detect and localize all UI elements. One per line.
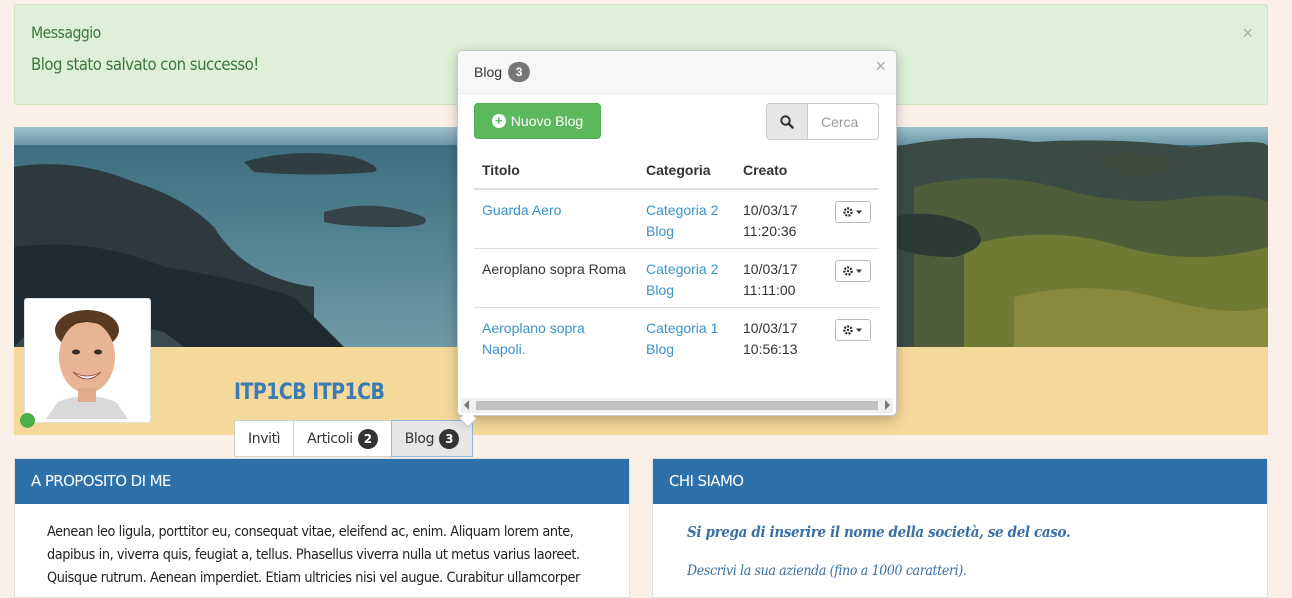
about-heading: A PROPOSITO DI ME bbox=[15, 459, 629, 504]
table-row: Aeroplano sopra Napoli. Categoria 1 Blog… bbox=[474, 306, 879, 366]
search-group bbox=[766, 103, 879, 140]
tab-articoli[interactable]: Articoli 2 bbox=[293, 420, 392, 457]
about-line: Aenean leo ligula, porttitor eu, consequ… bbox=[47, 524, 574, 540]
scrollbar-thumb[interactable] bbox=[476, 401, 878, 410]
new-blog-label: Nuovo Blog bbox=[510, 113, 584, 129]
column-header-actions bbox=[827, 151, 879, 190]
about-line: Quisque rutrum. Aenean imperdiet. Etiam … bbox=[47, 570, 580, 586]
blog-created-time: 11:11:00 bbox=[743, 281, 796, 298]
blog-popover: Blog 3 × + Nuovo Blog Titolo Categoria C… bbox=[457, 50, 897, 428]
tab-articoli-label: Articoli bbox=[307, 430, 353, 447]
gear-icon bbox=[843, 265, 862, 276]
online-status-icon bbox=[20, 413, 35, 428]
table-header-row: Titolo Categoria Creato bbox=[474, 151, 879, 190]
profile-tabs: Invitì Articoli 2 Blog 3 bbox=[234, 420, 474, 457]
blog-category-link[interactable]: Categoria 1 Blog bbox=[646, 320, 718, 357]
search-button[interactable] bbox=[766, 103, 808, 140]
plus-circle-icon: + bbox=[491, 114, 506, 128]
avatar[interactable] bbox=[24, 298, 151, 423]
tab-articoli-count: 2 bbox=[357, 428, 378, 449]
tab-inviti-label: Invitì bbox=[248, 430, 281, 447]
company-panel: CHI SIAMO Si prega di inserire il nome d… bbox=[652, 458, 1268, 598]
blog-category-link[interactable]: Categoria 2 Blog bbox=[646, 261, 718, 298]
blog-created-time: 10:56:13 bbox=[743, 340, 798, 357]
search-icon bbox=[780, 114, 794, 129]
column-header-creato[interactable]: Creato bbox=[735, 151, 827, 190]
avatar-photo bbox=[28, 302, 147, 419]
new-blog-button[interactable]: + Nuovo Blog bbox=[474, 103, 601, 139]
about-line: dapibus in, viverra quis, feugiat a, tel… bbox=[47, 547, 580, 563]
table-row: Aeroplano sopra Roma Categoria 2 Blog 10… bbox=[474, 247, 879, 307]
tab-inviti[interactable]: Invitì bbox=[234, 420, 295, 457]
about-text: Aenean leo ligula, porttitor eu, consequ… bbox=[47, 521, 580, 590]
alert-close-button[interactable]: × bbox=[1242, 23, 1253, 44]
column-header-titolo[interactable]: Titolo bbox=[474, 151, 638, 190]
alert-title: Messaggio bbox=[31, 23, 101, 42]
blog-category-link[interactable]: Categoria 2 Blog bbox=[646, 202, 718, 239]
blog-created-date: 10/03/17 bbox=[743, 319, 798, 336]
gear-icon bbox=[843, 207, 862, 217]
gear-icon bbox=[843, 324, 862, 335]
company-description-prompt[interactable]: Descrivi la sua azienda (fino a 1000 car… bbox=[687, 563, 967, 579]
blog-table: Titolo Categoria Creato Guarda Aero Cate… bbox=[474, 151, 879, 366]
alert-message: Blog stato salvato con successo! bbox=[31, 55, 259, 75]
search-input[interactable] bbox=[808, 103, 879, 140]
blog-title-link[interactable]: Guarda Aero bbox=[482, 202, 561, 218]
blog-title-link[interactable]: Aeroplano sopra Napoli. bbox=[482, 320, 585, 357]
table-row: Guarda Aero Categoria 2 Blog 10/03/17 11… bbox=[474, 189, 879, 248]
popover-title: Blog bbox=[474, 64, 503, 80]
about-panel: A PROPOSITO DI ME Aenean leo ligula, por… bbox=[14, 458, 630, 598]
blog-created-date: 10/03/17 bbox=[743, 260, 798, 277]
horizontal-scrollbar[interactable] bbox=[461, 398, 893, 413]
row-actions-button[interactable] bbox=[835, 201, 871, 223]
popover-header: Blog 3 bbox=[458, 51, 896, 94]
column-header-categoria[interactable]: Categoria bbox=[638, 151, 735, 190]
company-name-prompt[interactable]: Si prega di inserire il nome della socie… bbox=[687, 523, 1071, 541]
profile-name: ITP1CB ITP1CB bbox=[234, 380, 385, 405]
popover-close-button[interactable]: × bbox=[875, 56, 886, 77]
tab-blog[interactable]: Blog 3 bbox=[390, 420, 474, 457]
company-heading: CHI SIAMO bbox=[653, 459, 1267, 504]
popover-count-badge: 3 bbox=[508, 62, 531, 82]
blog-created-date: 10/03/17 bbox=[743, 202, 798, 218]
blog-created-time: 11:20:36 bbox=[743, 223, 797, 239]
tab-blog-count: 3 bbox=[439, 428, 460, 449]
scroll-left-arrow-icon[interactable] bbox=[464, 400, 469, 410]
row-actions-button[interactable] bbox=[835, 259, 871, 282]
blog-title: Aeroplano sopra Roma bbox=[482, 260, 626, 277]
scroll-right-arrow-icon[interactable] bbox=[885, 400, 890, 410]
row-actions-button[interactable] bbox=[835, 318, 871, 341]
tab-blog-label: Blog bbox=[404, 430, 435, 447]
